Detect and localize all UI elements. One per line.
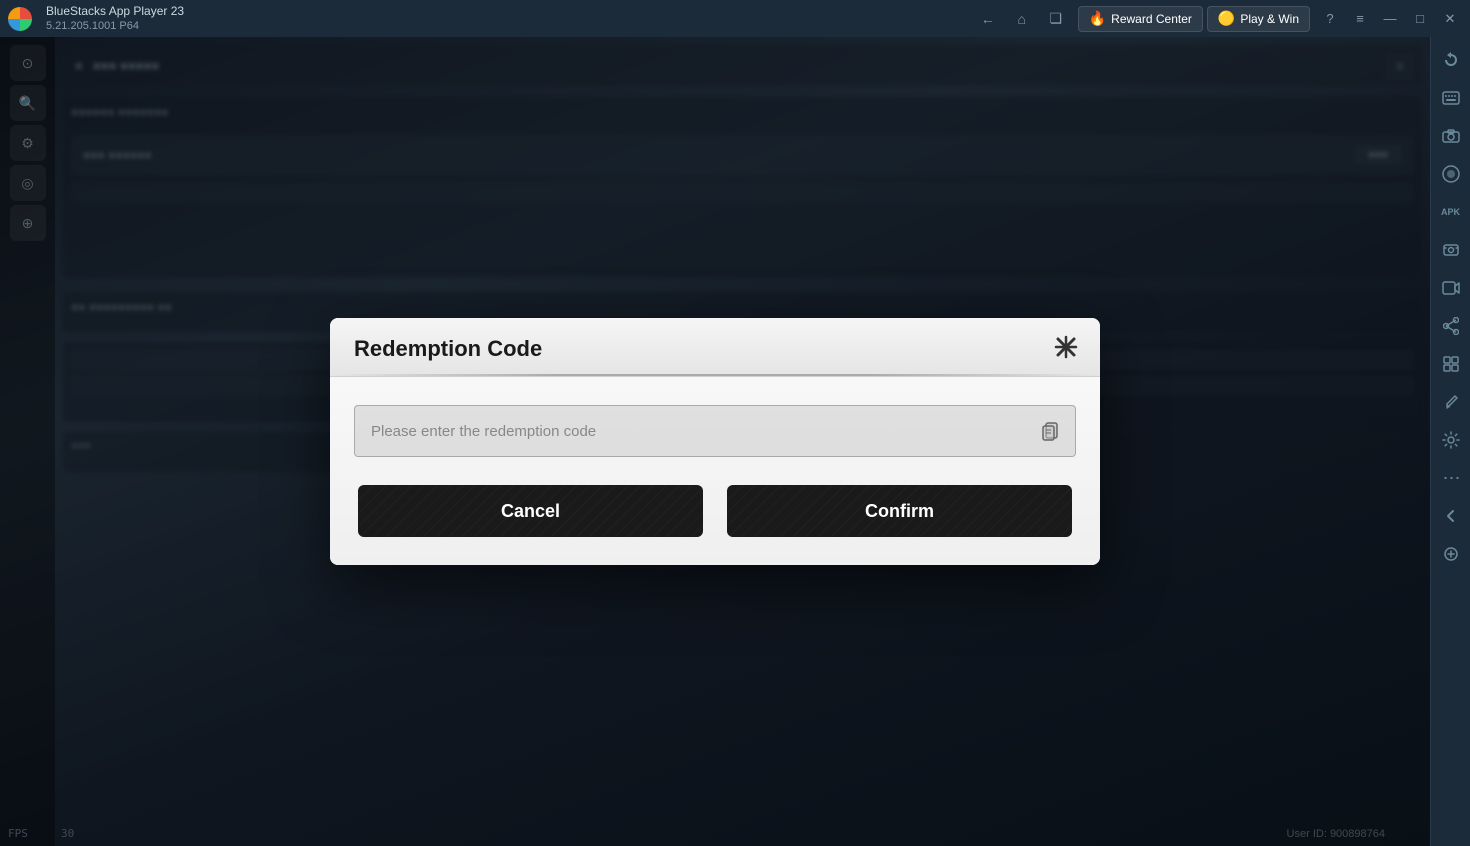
clipboard-icon xyxy=(1039,420,1061,442)
code-input-wrapper xyxy=(354,405,1076,457)
confirm-button[interactable]: Confirm xyxy=(727,485,1072,537)
reward-center-label: Reward Center xyxy=(1111,12,1192,26)
coin-icon: 🟡 xyxy=(1218,10,1235,27)
dialog-header: Redemption Code xyxy=(330,318,1100,377)
close-x-icon xyxy=(1052,333,1080,361)
cancel-label: Cancel xyxy=(501,501,560,521)
cancel-button[interactable]: Cancel xyxy=(358,485,703,537)
home-button[interactable]: ⌂ xyxy=(1008,5,1036,33)
redemption-dialog: Redemption Code xyxy=(330,318,1100,565)
collapse-sidebar-button[interactable] xyxy=(1433,498,1469,534)
dialog-body: Cancel Confirm xyxy=(330,377,1100,565)
back-button[interactable]: ← xyxy=(974,5,1002,33)
modal-overlay: Redemption Code xyxy=(0,37,1430,846)
video-button[interactable] xyxy=(1433,270,1469,306)
play-win-label: Play & Win xyxy=(1240,12,1299,26)
reward-center-button[interactable]: 🔥 Reward Center xyxy=(1078,6,1203,32)
titlebar-nav: ← ⌂ ❏ xyxy=(966,5,1078,33)
expand-button[interactable] xyxy=(1433,536,1469,572)
help-button[interactable]: ? xyxy=(1316,5,1344,33)
redemption-code-input[interactable] xyxy=(354,405,1076,457)
play-win-button[interactable]: 🟡 Play & Win xyxy=(1207,6,1310,32)
share-button[interactable] xyxy=(1433,308,1469,344)
paste-icon[interactable] xyxy=(1036,417,1064,445)
dialog-close-button[interactable] xyxy=(1050,331,1082,363)
close-button[interactable]: ✕ xyxy=(1436,5,1464,33)
record-button[interactable] xyxy=(1433,156,1469,192)
dialog-title: Redemption Code xyxy=(354,336,542,361)
layout-button[interactable] xyxy=(1433,346,1469,382)
keyboard-button[interactable] xyxy=(1433,80,1469,116)
app-name: BlueStacks App Player 23 xyxy=(46,4,960,20)
minimize-button[interactable]: — xyxy=(1376,5,1404,33)
titlebar: BlueStacks App Player 23 5.21.205.1001 P… xyxy=(0,0,1470,37)
confirm-label: Confirm xyxy=(865,501,934,521)
titlebar-right: ? ≡ — □ ✕ xyxy=(1310,5,1470,33)
apk-button[interactable]: APK xyxy=(1433,194,1469,230)
screenshot-button[interactable] xyxy=(1433,232,1469,268)
right-sidebar: APK ⋯ xyxy=(1430,37,1470,846)
maximize-button[interactable]: □ xyxy=(1406,5,1434,33)
settings-button[interactable] xyxy=(1433,422,1469,458)
app-version: 5.21.205.1001 P64 xyxy=(46,19,960,33)
titlebar-center-buttons: 🔥 Reward Center 🟡 Play & Win xyxy=(1078,6,1310,32)
fire-icon: 🔥 xyxy=(1089,10,1106,27)
app-icon xyxy=(0,0,40,37)
dialog-buttons: Cancel Confirm xyxy=(354,485,1076,537)
bluestacks-logo xyxy=(8,7,32,31)
app-info: BlueStacks App Player 23 5.21.205.1001 P… xyxy=(40,4,966,34)
brush-button[interactable] xyxy=(1433,384,1469,420)
camera-button[interactable] xyxy=(1433,118,1469,154)
more-button[interactable]: ⋯ xyxy=(1433,460,1469,496)
multi-button[interactable]: ❏ xyxy=(1042,5,1070,33)
menu-button[interactable]: ≡ xyxy=(1346,5,1374,33)
rotate-button[interactable] xyxy=(1433,42,1469,78)
game-area: ⊙ 🔍 ⚙ ◎ ⊕ ■ ■■■ ■■■■■ ✕ ■■■■■■ ■■■■■■■ ■… xyxy=(0,37,1430,846)
